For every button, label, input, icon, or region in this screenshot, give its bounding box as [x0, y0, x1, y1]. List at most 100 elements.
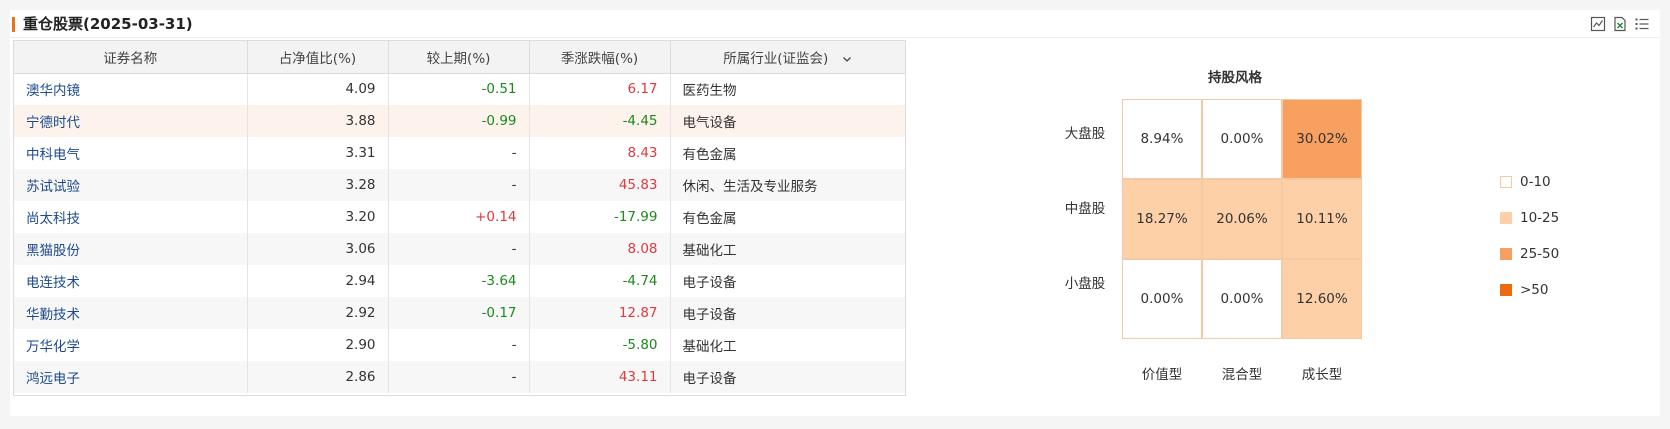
- legend-swatch: [1500, 212, 1512, 224]
- heatmap-cell: 0.00%: [1122, 259, 1202, 339]
- heatmap-cell: 10.11%: [1282, 179, 1362, 259]
- holdings-table-wrapper: 证券名称 占净值比(%) 较上期(%) 季涨跌幅(%) 所属行业(证监会) 澳华…: [13, 40, 906, 396]
- ratio-value: 2.94: [247, 265, 389, 297]
- stock-name[interactable]: 电连技术: [14, 265, 248, 297]
- holding-style-title: 持股风格: [1208, 70, 1262, 86]
- excel-export-icon[interactable]: [1612, 16, 1628, 32]
- industry-value: 基础化工: [670, 233, 905, 265]
- table-row[interactable]: 澳华内镜 4.09 -0.51 6.17 医药生物: [14, 73, 905, 105]
- table-row[interactable]: 黑猫股份 3.06-8.08 基础化工: [14, 233, 905, 265]
- legend-item[interactable]: 25-50: [1500, 236, 1559, 272]
- change-value: -: [388, 361, 530, 393]
- legend-label: 0-10: [1520, 174, 1551, 190]
- table-row[interactable]: 鸿远电子 2.86-43.11 电子设备: [14, 361, 905, 393]
- stock-name[interactable]: 苏试试验: [14, 169, 248, 201]
- table-row[interactable]: 中科电气 3.31-8.43 有色金属: [14, 137, 905, 169]
- holdings-table: 证券名称 占净值比(%) 较上期(%) 季涨跌幅(%) 所属行业(证监会) 澳华…: [14, 41, 905, 393]
- industry-value: 医药生物: [670, 73, 905, 105]
- table-row[interactable]: 华勤技术 2.92 -0.17 12.87 电子设备: [14, 297, 905, 329]
- change-value: -0.99: [388, 105, 530, 137]
- change-value: -: [388, 233, 530, 265]
- industry-value: 电气设备: [670, 105, 905, 137]
- legend-item[interactable]: 10-25: [1500, 200, 1559, 236]
- holding-style-heatmap: 8.94% 0.00% 30.02% 18.27% 20.06% 10.11% 0.00% 0…: [1122, 99, 1362, 339]
- ratio-value: 2.90: [247, 329, 389, 361]
- table-row[interactable]: 电连技术 2.94 -3.64 -4.74 电子设备: [14, 265, 905, 297]
- change-value: -0.17: [388, 297, 530, 329]
- quarter-change-value: 43.11: [529, 361, 671, 393]
- legend-swatch: [1500, 248, 1512, 260]
- quarter-change-value: 8.43: [529, 137, 671, 169]
- chart-icon[interactable]: [1590, 16, 1606, 32]
- table-body: 澳华内镜 4.09 -0.51 6.17 医药生物 宁德时代 3.88 -0.99 -4.45 电…: [14, 73, 905, 393]
- heatmap-cell: 0.00%: [1202, 99, 1282, 179]
- quarter-change-value: -5.80: [529, 329, 671, 361]
- change-value: -3.64: [388, 265, 530, 297]
- legend-item[interactable]: 0-10: [1500, 164, 1559, 200]
- change-value: -: [388, 169, 530, 201]
- ratio-value: 3.88: [247, 105, 389, 137]
- ratio-value: 3.28: [247, 169, 389, 201]
- industry-value: 电子设备: [670, 265, 905, 297]
- industry-value: 有色金属: [670, 137, 905, 169]
- heatmap-cell: 20.06%: [1202, 179, 1282, 259]
- industry-value: 基础化工: [670, 329, 905, 361]
- quarter-change-value: 6.17: [529, 73, 671, 105]
- legend-swatch: [1500, 176, 1512, 188]
- stock-name[interactable]: 万华化学: [14, 329, 248, 361]
- change-value: -: [388, 137, 530, 169]
- legend-item[interactable]: >50: [1500, 272, 1559, 308]
- heatmap-cell: 12.60%: [1282, 259, 1362, 339]
- stock-name[interactable]: 中科电气: [14, 137, 248, 169]
- legend-label: 25-50: [1520, 246, 1560, 262]
- col-header-industry[interactable]: 所属行业(证监会): [670, 41, 905, 74]
- list-icon[interactable]: [1634, 16, 1650, 32]
- quarter-change-value: 45.83: [529, 169, 671, 201]
- col-label-blend: 混合型: [1221, 367, 1263, 383]
- stock-name[interactable]: 宁德时代: [14, 105, 248, 137]
- stock-name[interactable]: 鸿远电子: [14, 361, 248, 393]
- quarter-change-value: -4.45: [529, 105, 671, 137]
- heatmap-cell: 8.94%: [1122, 99, 1202, 179]
- ratio-value: 2.86: [247, 361, 389, 393]
- quarter-change-value: -4.74: [529, 265, 671, 297]
- legend-label: 10-25: [1520, 210, 1560, 226]
- table-row[interactable]: 苏试试验 3.28-45.83 休闲、生活及专业服务: [14, 169, 905, 201]
- industry-value: 休闲、生活及专业服务: [670, 169, 905, 201]
- col-header-name[interactable]: 证券名称: [14, 41, 248, 74]
- ratio-value: 2.92: [247, 297, 389, 329]
- stock-name[interactable]: 华勤技术: [14, 297, 248, 329]
- row-label-small-cap: 小盘股: [1064, 276, 1106, 292]
- heatmap-cell: 18.27%: [1122, 179, 1202, 259]
- chevron-down-icon[interactable]: [842, 54, 852, 64]
- stock-name[interactable]: 黑猫股份: [14, 233, 248, 265]
- table-row[interactable]: 宁德时代 3.88 -0.99 -4.45 电气设备: [14, 105, 905, 137]
- col-label-value: 价值型: [1141, 367, 1183, 383]
- quarter-change-value: -17.99: [529, 201, 671, 233]
- ratio-value: 3.20: [247, 201, 389, 233]
- industry-value: 有色金属: [670, 201, 905, 233]
- industry-value: 电子设备: [670, 361, 905, 393]
- toolbar: [1590, 16, 1650, 32]
- heatmap-cell: 30.02%: [1282, 99, 1362, 179]
- row-label-mid-cap: 中盘股: [1064, 201, 1106, 217]
- col-header-quarter-change[interactable]: 季涨跌幅(%): [529, 41, 671, 74]
- table-row[interactable]: 尚太科技 3.20 +0.14 -17.99 有色金属: [14, 201, 905, 233]
- change-value: -0.51: [388, 73, 530, 105]
- stock-name[interactable]: 尚太科技: [14, 201, 248, 233]
- industry-value: 电子设备: [670, 297, 905, 329]
- legend-swatch: [1500, 284, 1512, 296]
- col-header-ratio[interactable]: 占净值比(%): [247, 41, 389, 74]
- ratio-value: 3.31: [247, 137, 389, 169]
- heatmap-legend: 0-10 10-25 25-50 >50: [1500, 164, 1559, 308]
- change-value: -: [388, 329, 530, 361]
- col-header-change[interactable]: 较上期(%): [388, 41, 530, 74]
- col-header-industry-label: 所属行业(证监会): [723, 50, 829, 67]
- col-label-growth: 成长型: [1301, 367, 1343, 383]
- quarter-change-value: 12.87: [529, 297, 671, 329]
- table-row[interactable]: 万华化学 2.90- -5.80 基础化工: [14, 329, 905, 361]
- row-label-large-cap: 大盘股: [1064, 126, 1106, 142]
- panel-header: 重仓股票(2025-03-31): [10, 10, 1660, 38]
- stock-name[interactable]: 澳华内镜: [14, 73, 248, 105]
- ratio-value: 4.09: [247, 73, 389, 105]
